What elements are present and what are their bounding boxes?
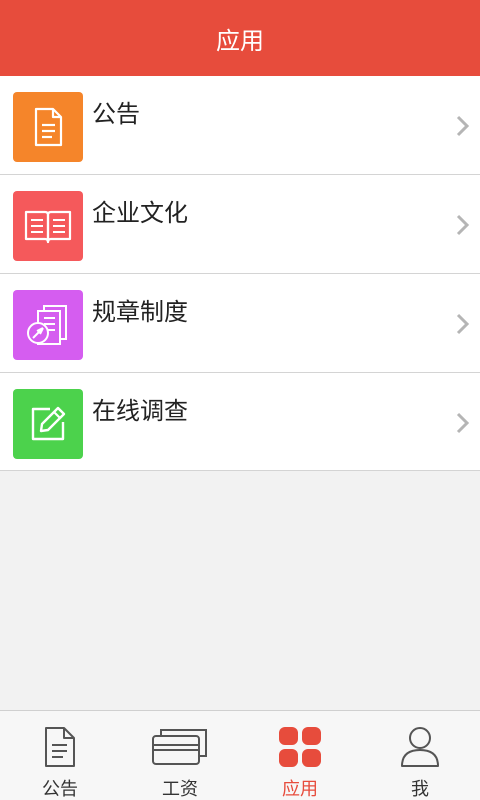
- list-item-label: 规章制度: [92, 298, 188, 326]
- tab-label: 工资: [162, 779, 198, 800]
- document-icon: [42, 725, 78, 769]
- chevron-right-icon: [456, 412, 470, 434]
- tab-label: 公告: [42, 779, 78, 800]
- list-item-label: 在线调查: [92, 397, 188, 425]
- tab-label: 我: [411, 779, 429, 800]
- tab-me[interactable]: 我: [360, 711, 480, 800]
- app-list: 公告 企业文化 规章制度 在线调查: [0, 76, 480, 471]
- list-item-label: 公告: [92, 100, 140, 128]
- list-item-rules[interactable]: 规章制度: [0, 274, 480, 373]
- list-item-label: 企业文化: [92, 199, 188, 227]
- tab-label: 应用: [282, 779, 318, 800]
- list-item-culture[interactable]: 企业文化: [0, 175, 480, 274]
- tab-apps[interactable]: 应用: [240, 711, 360, 800]
- chevron-right-icon: [456, 313, 470, 335]
- chevron-right-icon: [456, 214, 470, 236]
- person-icon: [400, 725, 440, 769]
- top-bar: 应用: [0, 0, 480, 76]
- card-icon: [151, 725, 209, 769]
- list-item-survey[interactable]: 在线调查: [0, 373, 480, 470]
- list-item-notice[interactable]: 公告: [0, 76, 480, 175]
- bottom-tab-bar: 公告 工资 应用 我: [0, 710, 480, 800]
- edit-icon: [13, 389, 83, 459]
- chevron-right-icon: [456, 115, 470, 137]
- tab-salary[interactable]: 工资: [120, 711, 240, 800]
- page-title: 应用: [216, 26, 264, 55]
- tab-notice[interactable]: 公告: [0, 711, 120, 800]
- rules-icon: [13, 290, 83, 360]
- book-icon: [13, 191, 83, 261]
- grid-icon: [278, 725, 322, 769]
- document-icon: [13, 92, 83, 162]
